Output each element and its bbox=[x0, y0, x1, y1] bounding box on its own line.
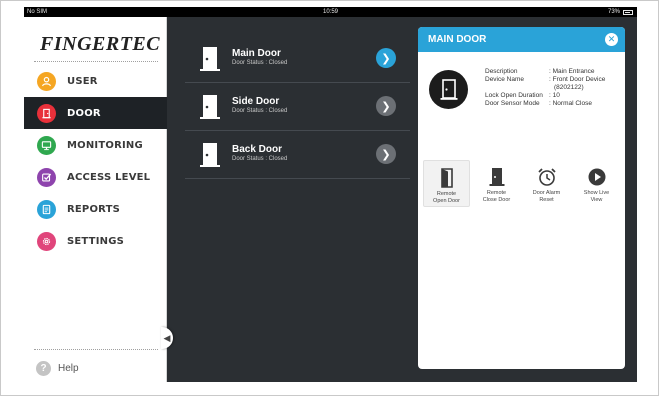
sidebar-menu: USER DOOR MONITORING ACCESS LEVEL REPORT… bbox=[24, 65, 167, 257]
status-bar: No SIM 10:59 73% bbox=[24, 7, 637, 17]
detail-row: Lock Open Duration : 10 bbox=[485, 92, 560, 99]
question-icon: ? bbox=[36, 361, 51, 376]
chevron-right-icon[interactable]: ❯ bbox=[376, 144, 396, 164]
detail-row: (8202122) bbox=[554, 84, 584, 91]
door-name: Main Door bbox=[232, 48, 281, 59]
battery-percent: 73% bbox=[607, 9, 620, 15]
screenshot-frame: No SIM 10:59 73% FINGERTEC USER DOOR MON… bbox=[0, 0, 659, 396]
door-status: Door Status : Closed bbox=[232, 108, 288, 114]
sidebar: FINGERTEC USER DOOR MONITORING ACCESS LE… bbox=[24, 17, 167, 382]
sidebar-item-label: DOOR bbox=[67, 107, 101, 119]
document-icon bbox=[37, 199, 56, 219]
detail-row: Door Sensor Mode : Normal Close bbox=[485, 100, 592, 107]
detail-row: Device Name : Front Door Device bbox=[485, 76, 606, 83]
tablet-screen: No SIM 10:59 73% FINGERTEC USER DOOR MON… bbox=[24, 7, 637, 382]
door-details: Description : Main Entrance Device Name … bbox=[485, 68, 617, 108]
panel-title: MAIN DOOR bbox=[428, 34, 487, 45]
open-door-icon bbox=[440, 168, 454, 188]
door-status: Door Status : Closed bbox=[232, 156, 288, 162]
remote-open-door-button[interactable]: Remote Open Door bbox=[423, 160, 470, 207]
help-label: Help bbox=[58, 363, 79, 374]
sidebar-item-settings[interactable]: SETTINGS bbox=[24, 225, 167, 257]
chevron-left-icon: ◀ bbox=[163, 332, 171, 343]
door-row-main[interactable]: Main Door Door Status : Closed ❯ bbox=[185, 35, 410, 83]
door-row-back[interactable]: Back Door Door Status : Closed ❯ bbox=[185, 131, 410, 179]
chevron-right-icon[interactable]: ❯ bbox=[376, 96, 396, 116]
door-avatar bbox=[429, 70, 468, 109]
sidebar-item-label: USER bbox=[67, 75, 98, 87]
door-icon bbox=[37, 103, 56, 123]
alarm-clock-icon bbox=[537, 167, 557, 187]
user-icon bbox=[37, 71, 56, 91]
help-button[interactable]: ? Help bbox=[36, 361, 79, 376]
door-name: Back Door bbox=[232, 144, 283, 155]
clock: 10:59 bbox=[322, 9, 338, 15]
close-door-icon bbox=[489, 167, 505, 187]
close-icon[interactable]: ✕ bbox=[605, 33, 618, 46]
door-status: Door Status : Closed bbox=[232, 60, 288, 66]
panel-header: MAIN DOOR bbox=[418, 27, 625, 52]
sidebar-item-label: REPORTS bbox=[67, 203, 121, 215]
sidebar-item-monitoring[interactable]: MONITORING bbox=[24, 129, 167, 161]
door-icon bbox=[200, 143, 220, 167]
monitor-icon bbox=[37, 135, 56, 155]
sidebar-item-door[interactable]: DOOR bbox=[24, 97, 167, 129]
door-alarm-reset-button[interactable]: Door Alarm Reset bbox=[523, 160, 570, 207]
door-list: Main Door Door Status : Closed ❯ Side Do… bbox=[185, 35, 410, 179]
chevron-right-icon[interactable]: ❯ bbox=[376, 48, 396, 68]
sidebar-item-reports[interactable]: REPORTS bbox=[24, 193, 167, 225]
detail-row: Description : Main Entrance bbox=[485, 68, 595, 75]
battery-indicator: 73% bbox=[608, 7, 633, 17]
divider bbox=[34, 349, 158, 350]
door-icon bbox=[200, 47, 220, 71]
battery-icon bbox=[623, 9, 633, 15]
play-icon bbox=[588, 167, 606, 187]
door-name: Side Door bbox=[232, 96, 280, 107]
door-icon bbox=[200, 95, 220, 119]
show-live-view-button[interactable]: Show Live View bbox=[573, 160, 620, 207]
door-icon bbox=[440, 78, 457, 100]
sidebar-item-label: ACCESS LEVEL bbox=[67, 171, 151, 183]
door-detail-panel: MAIN DOOR ✕ Description : Main Entrance … bbox=[418, 27, 625, 369]
sidebar-item-access-level[interactable]: ACCESS LEVEL bbox=[24, 161, 167, 193]
door-row-side[interactable]: Side Door Door Status : Closed ❯ bbox=[185, 83, 410, 131]
remote-close-door-button[interactable]: Remote Close Door bbox=[473, 160, 520, 207]
divider bbox=[34, 61, 158, 62]
collapse-sidebar-handle[interactable]: ◀ bbox=[161, 327, 173, 349]
sidebar-item-user[interactable]: USER bbox=[24, 65, 167, 97]
door-actions: Remote Open Door Remote Close Door Door Al… bbox=[423, 160, 620, 207]
gear-icon bbox=[37, 231, 56, 251]
checkmark-icon bbox=[37, 167, 56, 187]
sidebar-item-label: MONITORING bbox=[67, 139, 143, 151]
sidebar-item-label: SETTINGS bbox=[67, 235, 125, 247]
fingertec-logo: FINGERTEC bbox=[40, 33, 161, 55]
